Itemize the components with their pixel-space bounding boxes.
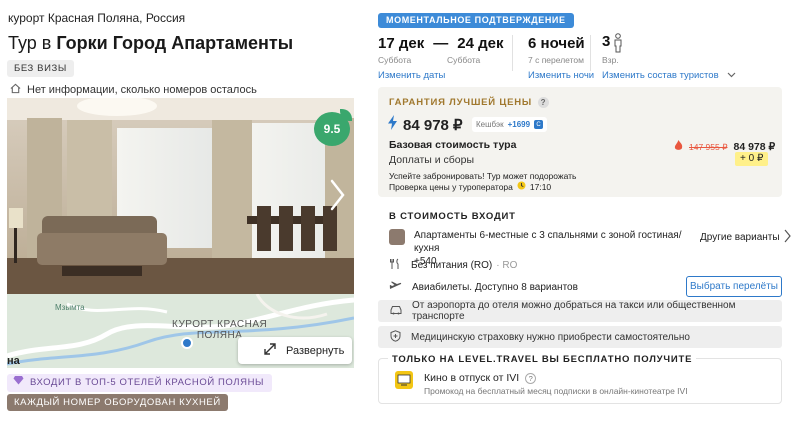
- rooms-info-text: Нет информации, сколько номеров осталось: [27, 84, 257, 96]
- room-illustration: [7, 98, 354, 294]
- visa-badge: БЕЗ ВИЗЫ: [7, 60, 74, 77]
- flights-text: Авиабилеты. Доступно 8 вариантов: [412, 282, 578, 293]
- promo-title: ТОЛЬКО НА LEVEL.TRAVEL ВЫ БЕСПЛАТНО ПОЛУ…: [388, 354, 697, 365]
- flights-row: Авиабилеты. Доступно 8 вариантов: [389, 280, 578, 295]
- date-from: 17 дек: [378, 35, 425, 52]
- base-price-label: Базовая стоимость тура: [389, 139, 517, 151]
- fire-icon: [674, 138, 683, 156]
- price-check-time: 17:10: [529, 181, 552, 192]
- diamond-icon: [13, 374, 24, 392]
- price-check-label: Проверка цены у туроператора: [389, 181, 513, 192]
- insurance-row: Медицинскую страховку нужно приобрести с…: [378, 326, 782, 348]
- tourists-note: Взр.: [602, 55, 619, 65]
- next-photo-button[interactable]: [325, 175, 349, 215]
- kitchen-badge: КАЖДЫЙ НОМЕР ОБОРУДОВАН КУХНЕЙ: [7, 394, 228, 411]
- cashback-value: +1699: [507, 120, 531, 129]
- other-variants-button[interactable]: Другие варианты: [700, 229, 791, 246]
- expand-icon: [264, 343, 276, 358]
- cashback-badge: Кешбэк +1699 C: [472, 117, 548, 132]
- help-icon[interactable]: ?: [525, 372, 537, 384]
- page-title: Тур в Горки Город Апартаменты: [8, 33, 293, 54]
- change-nights-link[interactable]: Изменить ночи: [528, 70, 594, 81]
- cashback-icon: C: [534, 120, 544, 129]
- rating-badge: 9.5: [314, 109, 352, 146]
- house-icon: [10, 83, 21, 97]
- nights-value: 6 ночей: [528, 35, 585, 52]
- map-river-label: Мзымта: [55, 303, 85, 312]
- transfer-text: От аэропорта до отеля можно добраться на…: [412, 300, 736, 322]
- cashback-label: Кешбэк: [476, 120, 504, 129]
- chevron-right-icon: [784, 229, 791, 246]
- divider: [590, 35, 591, 71]
- fees-value: + 0 ₽: [735, 152, 769, 166]
- top5-badge: ВХОДИТ В ТОП-5 ОТЕЛЕЙ КРАСНОЙ ПОЛЯНЫ: [7, 374, 273, 392]
- promo-item: Кино в отпуск от IVI ?: [424, 372, 537, 384]
- change-tourists-label: Изменить состав туристов: [602, 70, 719, 81]
- divider: [512, 35, 513, 71]
- change-dates-link[interactable]: Изменить даты: [378, 70, 445, 81]
- shield-icon: [390, 329, 401, 345]
- hotel-location: курорт Красная Поляна, Россия: [8, 11, 186, 25]
- clock-icon: [517, 181, 526, 192]
- day-from: Суббота: [378, 55, 412, 65]
- total-price-row: 84 978 ₽: [388, 115, 463, 135]
- included-title: В СТОИМОСТЬ ВХОДИТ: [389, 211, 516, 222]
- rating-value: 9.5: [323, 122, 341, 136]
- dates-block: 17 дек — 24 дек: [378, 35, 503, 52]
- day-to: Суббота: [447, 55, 481, 65]
- plane-icon: [389, 280, 402, 295]
- instant-confirmation-badge: МОМЕНТАЛЬНОЕ ПОДТВЕРЖДЕНИЕ: [378, 13, 574, 28]
- expand-label: Развернуть: [286, 344, 345, 357]
- fork-knife-icon: [389, 258, 401, 273]
- guarantee-title: ГАРАНТИЯ ЛУЧШЕЙ ЦЕНЫ ?: [389, 97, 550, 108]
- tourists-count: 3: [602, 33, 611, 50]
- ivi-tv-icon: [395, 371, 413, 389]
- insurance-text: Медицинскую страховку нужно приобрести с…: [411, 331, 690, 343]
- meal-text: Без питания (RO): [411, 260, 493, 271]
- room-name: Апартаменты 6-местные с 3 спальнями с зо…: [414, 230, 682, 254]
- meal-row: Без питания (RO) · RO: [389, 258, 517, 273]
- hotel-photo[interactable]: [7, 98, 354, 294]
- price-warning: Успейте забронировать! Тур может подорож…: [389, 171, 577, 181]
- hotel-name: Горки Город Апартаменты: [56, 33, 294, 53]
- chevron-down-icon: [727, 70, 736, 81]
- top5-text: ВХОДИТ В ТОП-5 ОТЕЛЕЙ КРАСНОЙ ПОЛЯНЫ: [30, 377, 265, 388]
- meal-code: · RO: [496, 260, 518, 271]
- other-variants-label: Другие варианты: [700, 232, 780, 243]
- room-thumbnail: [389, 229, 405, 245]
- help-icon[interactable]: ?: [538, 97, 550, 108]
- fees-label: Доплаты и сборы: [389, 154, 475, 166]
- promo-item-title: Кино в отпуск от IVI: [424, 372, 520, 384]
- transfer-row: От аэропорта до отеля можно добраться на…: [378, 300, 782, 322]
- change-tourists-link[interactable]: Изменить состав туристов: [602, 70, 736, 81]
- guarantee-title-text: ГАРАНТИЯ ЛУЧШЕЙ ЦЕНЫ: [389, 97, 533, 108]
- total-price: 84 978 ₽: [403, 117, 463, 134]
- date-to: 24 дек: [457, 35, 504, 52]
- map-edge-label: на: [7, 355, 20, 367]
- expand-map-button[interactable]: Развернуть: [238, 337, 352, 364]
- promo-item-note: Промокод на бесплатный месяц подписки в …: [424, 386, 688, 396]
- rooms-info: Нет информации, сколько номеров осталось: [10, 83, 257, 97]
- map-city-label-line1: КУРОРТ КРАСНАЯ: [172, 319, 268, 330]
- old-price: 147 955 ₽: [689, 141, 728, 152]
- title-prefix: Тур в: [8, 33, 52, 53]
- lightning-icon: [388, 115, 397, 135]
- chevron-right-icon: [330, 179, 345, 211]
- price-check-row: Проверка цены у туроператора 17:10: [389, 181, 551, 192]
- choose-flights-button[interactable]: Выбрать перелёты: [686, 276, 782, 297]
- car-icon: [390, 305, 402, 318]
- date-dash: —: [433, 35, 449, 52]
- nights-note: 7 с перелетом: [528, 55, 584, 65]
